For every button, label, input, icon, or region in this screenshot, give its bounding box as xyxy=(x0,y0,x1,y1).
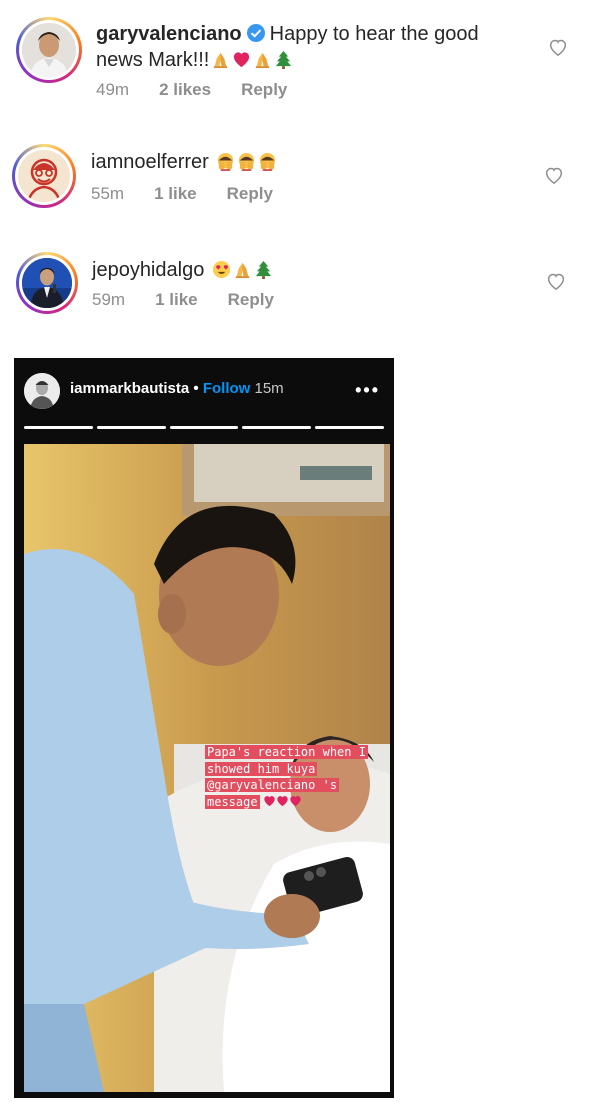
comment-text: jepoyhidalgo xyxy=(92,257,273,283)
avatar[interactable] xyxy=(24,373,60,409)
avatar-photo xyxy=(24,373,60,409)
comment-meta: 55m 1 like Reply xyxy=(91,184,303,204)
comment-item: jepoyhidalgo 59m 1 like Reply xyxy=(0,230,600,340)
comment-likes[interactable]: 1 like xyxy=(155,290,198,309)
comment-likes[interactable]: 2 likes xyxy=(159,80,211,99)
comment-meta: 59m 1 like Reply xyxy=(92,290,304,310)
story-caption: Papa's reaction when I showed him kuya @… xyxy=(205,744,390,810)
like-heart-icon[interactable] xyxy=(546,272,566,290)
hands-covering-face-icon xyxy=(216,152,235,171)
story-username-row: iammarkbautista • Follow 15m xyxy=(70,380,284,397)
progress-segment xyxy=(242,426,312,429)
praying-hands-icon xyxy=(233,260,252,279)
story-header: iammarkbautista • Follow 15m ••• xyxy=(14,358,394,428)
reply-button[interactable]: Reply xyxy=(227,184,273,203)
comment-time: 49m xyxy=(96,80,130,99)
comment-time: 55m xyxy=(91,184,125,203)
hands-covering-face-icon xyxy=(237,152,256,171)
caption-mention[interactable]: @garyvalenciano 's xyxy=(205,778,340,792)
follow-button[interactable]: Follow xyxy=(203,380,251,397)
red-heart-icon xyxy=(232,50,251,69)
caption-line: showed him kuya xyxy=(205,761,318,776)
comment-time: 59m xyxy=(92,290,126,309)
comment-text: iamnoelferrer xyxy=(91,149,277,175)
comment-username[interactable]: garyvalenciano xyxy=(96,23,242,45)
comment-username[interactable]: jepoyhidalgo xyxy=(92,259,204,281)
christmas-tree-icon xyxy=(274,50,293,69)
story-screenshot: iammarkbautista • Follow 15m ••• Papa's … xyxy=(14,358,394,1098)
like-heart-icon[interactable] xyxy=(548,38,568,56)
progress-segment xyxy=(24,426,93,429)
reply-button[interactable]: Reply xyxy=(241,80,287,99)
progress-segment xyxy=(96,426,166,429)
hands-covering-face-icon xyxy=(258,152,277,171)
separator-dot: • xyxy=(193,380,199,397)
comment-meta: 49m 2 likes Reply xyxy=(96,80,317,100)
red-heart-icon xyxy=(263,795,276,807)
comment-item: iamnoelferrer 55m 1 like Reply xyxy=(0,120,600,230)
more-options-icon[interactable]: ••• xyxy=(355,380,380,401)
like-heart-icon[interactable] xyxy=(544,166,564,184)
christmas-tree-icon xyxy=(254,260,273,279)
caption-line: Papa's reaction when I xyxy=(205,745,368,759)
comment-likes[interactable]: 1 like xyxy=(154,184,197,203)
comment-body: Happy to hear the good xyxy=(269,23,479,45)
comment-username[interactable]: iamnoelferrer xyxy=(91,151,209,173)
progress-segment xyxy=(169,426,239,429)
avatar-photo xyxy=(22,23,76,77)
verified-badge-icon xyxy=(246,24,265,42)
comment-body-cont: news Mark!!! xyxy=(96,49,210,71)
reply-button[interactable]: Reply xyxy=(228,290,274,309)
story-username[interactable]: iammarkbautista xyxy=(70,380,189,397)
avatar-photo xyxy=(22,258,72,308)
red-heart-icon xyxy=(289,795,302,807)
praying-hands-icon xyxy=(253,50,272,69)
red-heart-icon xyxy=(276,795,289,807)
story-progress-bar xyxy=(24,426,384,429)
praying-hands-icon xyxy=(211,50,230,69)
caption-line: message xyxy=(205,794,260,809)
story-time: 15m xyxy=(254,380,284,397)
avatar[interactable] xyxy=(16,17,82,83)
comment-text: garyvalenciano Happy to hear the good new… xyxy=(96,21,536,73)
avatar[interactable] xyxy=(16,252,78,314)
avatar[interactable] xyxy=(12,144,76,208)
story-photo: Papa's reaction when I showed him kuya @… xyxy=(24,444,390,1092)
avatar-illustration xyxy=(18,150,70,202)
comment-item: garyvalenciano Happy to hear the good new… xyxy=(0,0,600,120)
progress-segment xyxy=(315,426,384,429)
heart-eyes-icon xyxy=(212,260,231,279)
